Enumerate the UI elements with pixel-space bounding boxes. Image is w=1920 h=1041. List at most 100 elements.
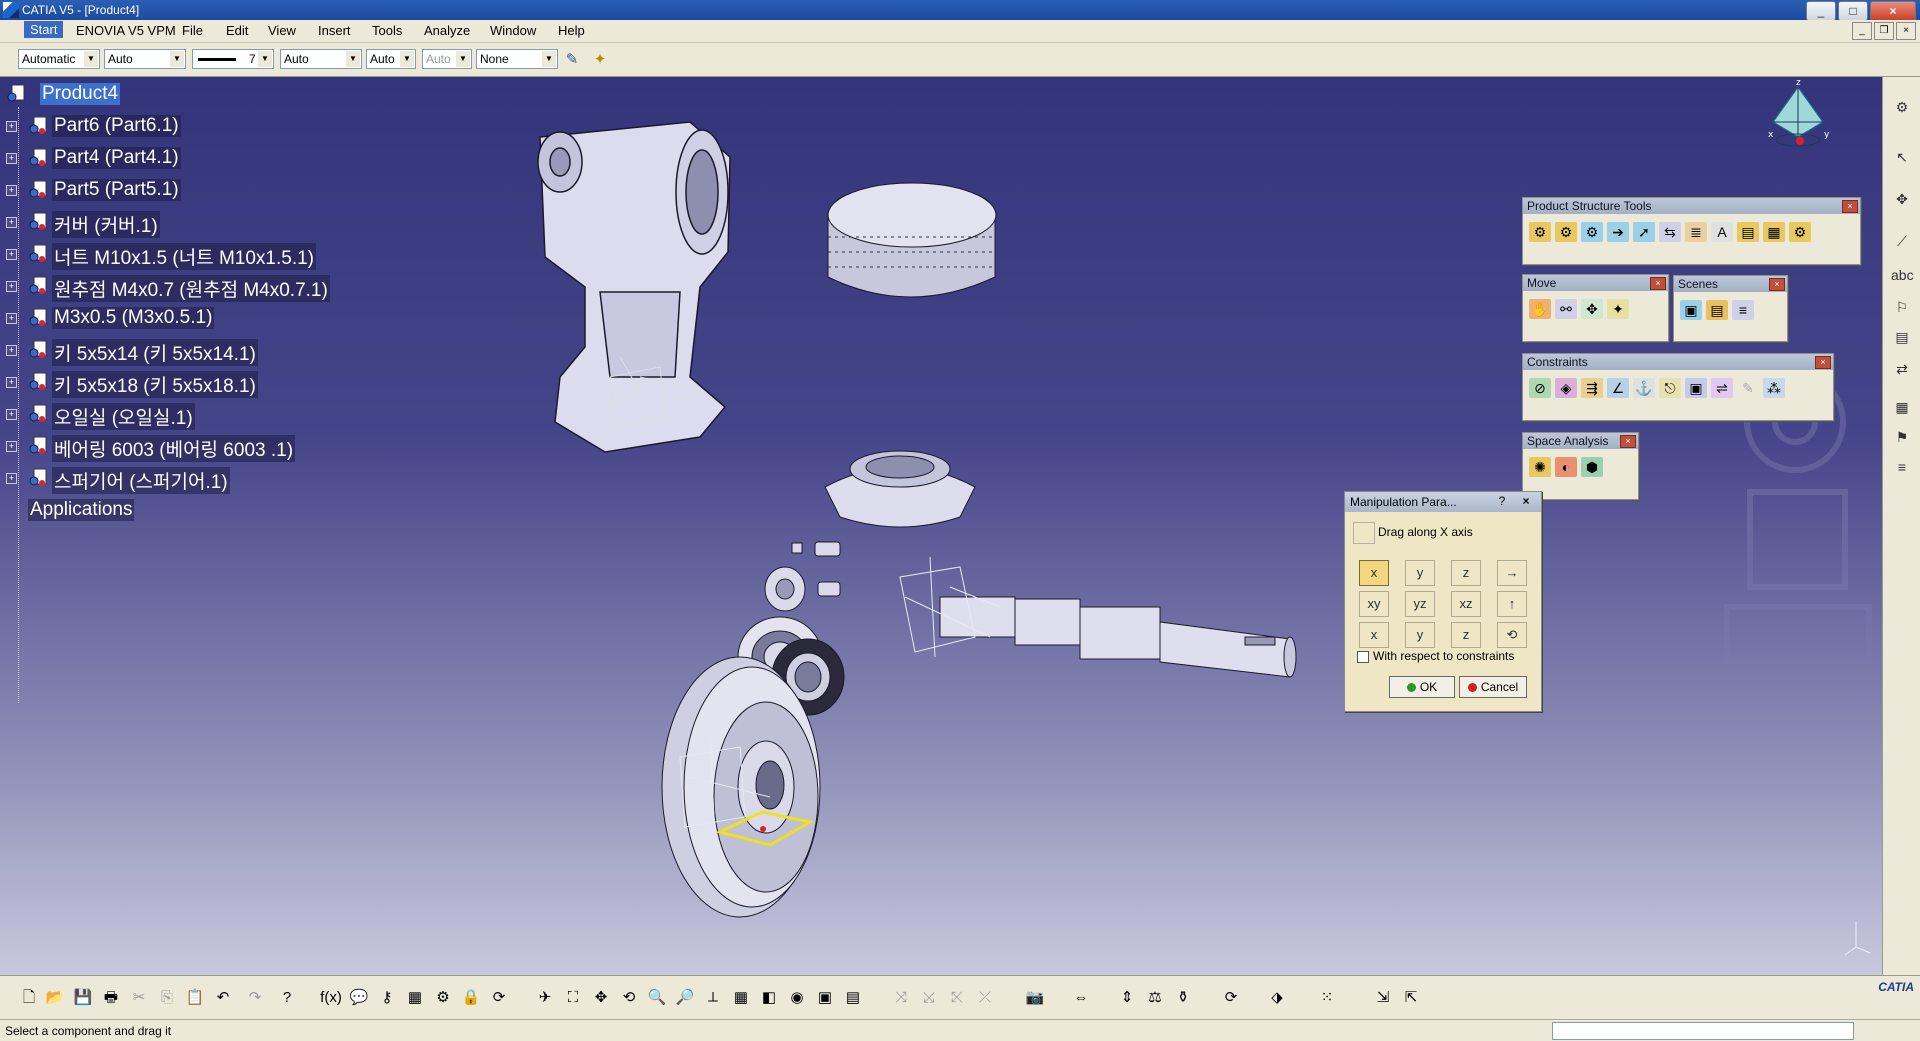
product-structure-toolbar[interactable]: Product Structure Tools × ⚙ ⚙ ⚙ ➔ ➚ ⇆ ≣ A…	[1522, 197, 1861, 265]
shading-icon[interactable]: ◉	[786, 988, 808, 1008]
mdi-restore-button[interactable]: ❐	[1874, 22, 1894, 40]
close-icon[interactable]: ×	[1815, 356, 1831, 369]
knowledge-icon[interactable]: ⚷	[376, 988, 398, 1008]
nut-part[interactable]	[764, 541, 841, 612]
flexible-rigid-icon[interactable]: ⇌	[1711, 378, 1733, 398]
fly-mode-icon[interactable]: ✈	[534, 988, 556, 1008]
close-button[interactable]: ×	[1870, 1, 1916, 21]
rotate-y-axis-button[interactable]: y	[1405, 622, 1435, 648]
insert-product-icon[interactable]: ⚙	[1555, 222, 1577, 242]
lock-icon[interactable]: 🔒	[460, 988, 482, 1008]
menu-edit[interactable]: Edit	[226, 23, 248, 38]
catia-app-icon[interactable]	[3, 2, 19, 18]
manipulation-parameters-dialog[interactable]: Manipulation Para... ? × Drag along X ax…	[1344, 491, 1542, 712]
checkbox-box[interactable]	[1357, 650, 1369, 663]
insert-part-icon[interactable]: ⚙	[1581, 222, 1603, 242]
dialog-close-button[interactable]: ×	[1517, 494, 1535, 509]
insert-component-icon[interactable]: ⚙	[1529, 222, 1551, 242]
close-icon[interactable]: ×	[1842, 200, 1858, 213]
normal-view-icon[interactable]: ⟂	[702, 988, 724, 1008]
paste-icon[interactable]: 📋	[184, 988, 206, 1008]
pulley-part[interactable]	[661, 656, 821, 918]
catalog-editor-icon[interactable]: ⇱	[1400, 988, 1422, 1008]
ok-button[interactable]: OK	[1389, 676, 1455, 698]
cover-part[interactable]	[824, 450, 976, 528]
hide-show-icon[interactable]: ▣	[814, 988, 836, 1008]
properties-icon[interactable]: ≡	[1891, 457, 1913, 477]
zoom-in-icon[interactable]: 🔍	[646, 988, 668, 1008]
cube-icon[interactable]: ⬗	[1266, 988, 1288, 1008]
quick-constraint-icon[interactable]: ▣	[1685, 378, 1707, 398]
housing-part[interactable]	[537, 121, 731, 453]
multi-view-icon[interactable]: ▦	[730, 988, 752, 1008]
bill-of-material-icon[interactable]: ▦	[1891, 397, 1913, 417]
iso-view-icon[interactable]: ◧	[758, 988, 780, 1008]
scenes-toolbar[interactable]: Scenes × ▣ ▤ ≡	[1673, 275, 1788, 342]
close-icon[interactable]: ×	[1650, 277, 1666, 290]
product-icon[interactable]: ✥	[1891, 189, 1913, 209]
snap-icon[interactable]: ⚯	[1555, 299, 1577, 319]
print-icon[interactable]: 🖶	[100, 988, 122, 1008]
enhanced-scene-icon[interactable]: ▣	[1680, 300, 1702, 320]
drag-xy-plane-button[interactable]: xy	[1359, 591, 1389, 617]
fit-all-icon[interactable]: ⛶	[562, 988, 584, 1008]
transparency-combo[interactable]: Auto ▼	[104, 49, 186, 69]
rotate-about-axis-button[interactable]: ⟲	[1497, 622, 1527, 648]
menu-enovia[interactable]: ENOVIA V5 VPM	[76, 23, 176, 38]
offset-constraint-icon[interactable]: ⇶	[1581, 378, 1603, 398]
menu-analyze[interactable]: Analyze	[424, 23, 470, 38]
clash-icon[interactable]: ✺	[1529, 457, 1551, 477]
whats-this-icon[interactable]: ?	[276, 988, 298, 1008]
menu-tools[interactable]: Tools	[372, 23, 402, 38]
analysis-icon[interactable]: ⤨	[890, 988, 912, 1008]
move-toolbar[interactable]: Move × ✋ ⚯ ✥ ✦	[1522, 274, 1669, 342]
analysis-2-icon[interactable]: ⤩	[918, 988, 940, 1008]
coincidence-constraint-icon[interactable]: ⊘	[1529, 378, 1551, 398]
respect-constraints-checkbox[interactable]: With respect to constraints	[1357, 649, 1514, 663]
comment-icon[interactable]: 💬	[348, 988, 370, 1008]
menu-help[interactable]: Help	[558, 23, 585, 38]
sectioning-icon[interactable]: ◐	[1555, 457, 1577, 477]
zoom-out-icon[interactable]: 🔎	[674, 988, 696, 1008]
redo-icon[interactable]: ↷	[244, 988, 266, 1008]
fix-together-icon[interactable]: ⎋	[1659, 378, 1681, 398]
graph-tree-reordering-icon[interactable]: ≣	[1685, 222, 1707, 242]
reuse-pattern-icon[interactable]: ⁂	[1763, 378, 1785, 398]
space-analysis-toolbar[interactable]: Space Analysis × ✺ ◐ ⬢	[1522, 432, 1639, 500]
help-button[interactable]: ?	[1493, 494, 1511, 509]
drag-along-plane-button[interactable]: ↑	[1497, 591, 1527, 617]
drag-x-axis-button[interactable]: x	[1359, 560, 1389, 586]
drag-y-axis-button[interactable]: y	[1405, 560, 1435, 586]
close-icon[interactable]: ×	[1620, 435, 1636, 448]
compass-icon[interactable]: z x y	[1758, 77, 1838, 167]
close-icon[interactable]: ×	[1769, 278, 1785, 291]
replace-component-icon[interactable]: ⇆	[1659, 222, 1681, 242]
mdi-close-button[interactable]: ×	[1896, 22, 1916, 40]
workbench-icon[interactable]: ⚙	[1891, 97, 1913, 117]
mdi-minimize-button[interactable]: _	[1852, 22, 1872, 40]
bottle-icon[interactable]: ⚱	[1172, 988, 1194, 1008]
manage-representations-icon[interactable]: ▦	[1763, 222, 1785, 242]
tools-icon[interactable]: ⚙	[432, 988, 454, 1008]
drag-z-axis-button[interactable]: z	[1451, 560, 1481, 586]
rotate-x-axis-button[interactable]: x	[1359, 622, 1389, 648]
manipulation-icon[interactable]: ✋	[1529, 299, 1551, 319]
graphic-properties-icon[interactable]: ✦	[590, 50, 610, 68]
camera-icon[interactable]: 📷	[1024, 988, 1046, 1008]
rotate-icon[interactable]: ⟲	[618, 988, 640, 1008]
rotate-z-axis-button[interactable]: z	[1451, 622, 1481, 648]
constraints-toolbar[interactable]: Constraints × ⊘ ◈ ⇶ ∠ ⚓ ⎋ ▣ ⇌ ✎ ⁂	[1522, 353, 1834, 421]
menu-start[interactable]: Start	[24, 21, 64, 38]
measure-inertia-icon[interactable]: ⚖	[1144, 988, 1166, 1008]
open-icon[interactable]: 📂	[44, 988, 66, 1008]
distance-analysis-icon[interactable]: ⬢	[1581, 457, 1603, 477]
line-thickness-combo[interactable]: 7 ▼	[192, 49, 274, 69]
table-icon[interactable]: ▦	[404, 988, 426, 1008]
flag-note-icon[interactable]: ⚐	[1891, 297, 1913, 317]
existing-component-icon[interactable]: ➔	[1607, 222, 1629, 242]
multi-instantiation-icon[interactable]: ⚙	[1789, 222, 1811, 242]
save-icon[interactable]: 💾	[72, 988, 94, 1008]
new-icon[interactable]: 🗋	[18, 988, 40, 1008]
menu-insert[interactable]: Insert	[318, 23, 351, 38]
line-type-combo[interactable]: Auto ▼	[280, 49, 362, 69]
